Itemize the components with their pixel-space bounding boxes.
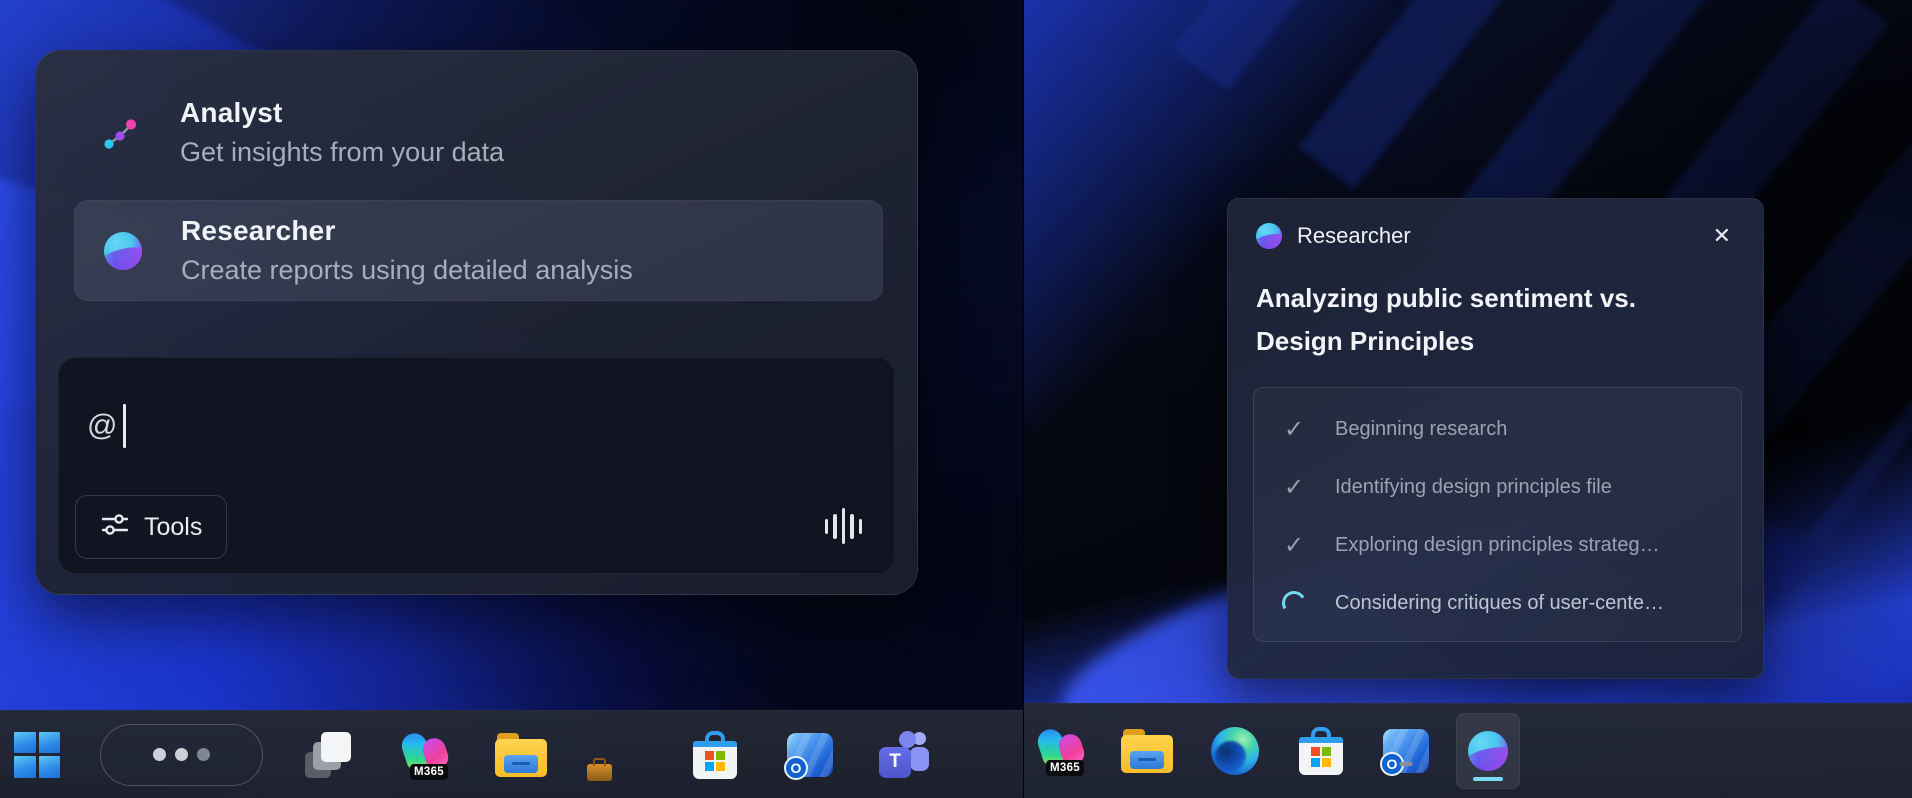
teams-letter: T (879, 747, 911, 778)
progress-step: ✓ Beginning research (1280, 400, 1741, 458)
card-title: Analyzing public sentiment vs. Design Pr… (1256, 277, 1726, 363)
check-icon: ✓ (1280, 473, 1308, 502)
card-header: Researcher ✕ (1256, 223, 1735, 249)
step-label: Beginning research (1335, 418, 1507, 441)
taskbar-item-microsoft-store[interactable] (693, 731, 737, 779)
step-label: Exploring design principles strateg… (1335, 534, 1660, 557)
taskbar-item-edge-work[interactable] (589, 730, 641, 780)
agent-description: Create reports using detailed analysis (181, 255, 633, 286)
taskbar-right: M365 O (1024, 703, 1912, 798)
check-icon: ✓ (1280, 531, 1308, 560)
progress-step: ✓ Identifying design principles file (1280, 458, 1741, 516)
close-icon[interactable]: ✕ (1709, 223, 1735, 249)
folder-icon (495, 733, 547, 777)
edge-icon (1211, 727, 1259, 775)
task-view-button[interactable] (305, 732, 351, 778)
store-icon (693, 731, 737, 779)
check-icon: ✓ (1280, 415, 1308, 444)
taskbar-item-outlook[interactable]: O (1383, 729, 1429, 773)
agent-texts: Analyst Get insights from your data (180, 97, 504, 168)
text-cursor (123, 404, 126, 448)
outlook-icon: O (787, 733, 833, 777)
task-view-icon (305, 732, 351, 778)
folder-icon (1121, 729, 1173, 773)
m365-badge: M365 (1046, 760, 1084, 776)
start-button[interactable] (14, 732, 60, 778)
outlook-icon: O (1383, 729, 1429, 773)
card-app-name: Researcher (1297, 223, 1694, 249)
copilot-taskbar-pill[interactable] (100, 724, 263, 786)
tools-button-label: Tools (144, 513, 202, 542)
taskbar-item-microsoft-store[interactable] (1299, 727, 1343, 775)
copilot-agent-popup: Analyst Get insights from your data Rese… (35, 50, 918, 595)
composer-typed-text: @ (87, 409, 117, 443)
taskbar-item-m365-copilot[interactable]: M365 (1037, 727, 1087, 775)
step-label: Identifying design principles file (1335, 476, 1612, 499)
taskbar-item-outlook[interactable]: O (787, 733, 833, 777)
copilot-composer-input[interactable]: @ Tools (58, 357, 895, 574)
teams-icon: T (879, 732, 929, 778)
agent-texts: Researcher Create reports using detailed… (181, 215, 633, 286)
edge-briefcase-icon (589, 730, 641, 780)
active-indicator (1473, 777, 1503, 782)
m365-copilot-icon: M365 (401, 731, 451, 779)
voice-waveform-icon[interactable] (825, 507, 863, 545)
ellipsis-dot (153, 748, 166, 761)
m365-copilot-icon: M365 (1037, 727, 1087, 775)
step-label: Considering critiques of user-cente… (1335, 592, 1664, 615)
windows-start-icon (14, 732, 60, 778)
outlook-letter: O (784, 756, 808, 780)
running-indicator (1400, 762, 1413, 767)
agent-item-researcher[interactable]: Researcher Create reports using detailed… (74, 200, 883, 301)
progress-step-active: Considering critiques of user-cente… (1280, 574, 1741, 632)
researcher-planet-icon (1256, 223, 1282, 249)
tools-button[interactable]: Tools (75, 495, 227, 559)
researcher-planet-icon (95, 232, 151, 270)
spinner-icon (1280, 591, 1308, 615)
taskbar-item-file-explorer[interactable] (1121, 729, 1173, 773)
sliders-icon (100, 510, 130, 545)
taskbar-item-file-explorer[interactable] (495, 733, 547, 777)
agent-name: Researcher (181, 215, 633, 247)
desktop-composite: Analyst Get insights from your data Rese… (0, 0, 1912, 798)
ellipsis-dot (197, 748, 210, 761)
right-screenshot: Researcher ✕ Analyzing public sentiment … (1023, 0, 1912, 798)
progress-steps-panel: ✓ Beginning research ✓ Identifying desig… (1253, 387, 1742, 642)
researcher-progress-card: Researcher ✕ Analyzing public sentiment … (1227, 198, 1764, 679)
researcher-planet-icon (1468, 731, 1508, 771)
ellipsis-dot (175, 748, 188, 761)
taskbar-item-edge[interactable] (1211, 727, 1259, 775)
m365-badge: M365 (410, 764, 448, 780)
agent-name: Analyst (180, 97, 504, 129)
left-screenshot: Analyst Get insights from your data Rese… (0, 0, 1023, 798)
taskbar-item-teams[interactable]: T (879, 732, 929, 778)
composer-text-line: @ (87, 404, 126, 448)
taskbar-left: M365 O (0, 710, 1023, 798)
agent-description: Get insights from your data (180, 137, 504, 168)
progress-step: ✓ Exploring design principles strateg… (1280, 516, 1741, 574)
taskbar-item-m365-copilot[interactable]: M365 (401, 731, 451, 779)
store-icon (1299, 727, 1343, 775)
agent-item-analyst[interactable]: Analyst Get insights from your data (74, 83, 883, 182)
taskbar-item-researcher-active[interactable] (1456, 713, 1520, 789)
analyst-chart-icon (94, 111, 150, 155)
